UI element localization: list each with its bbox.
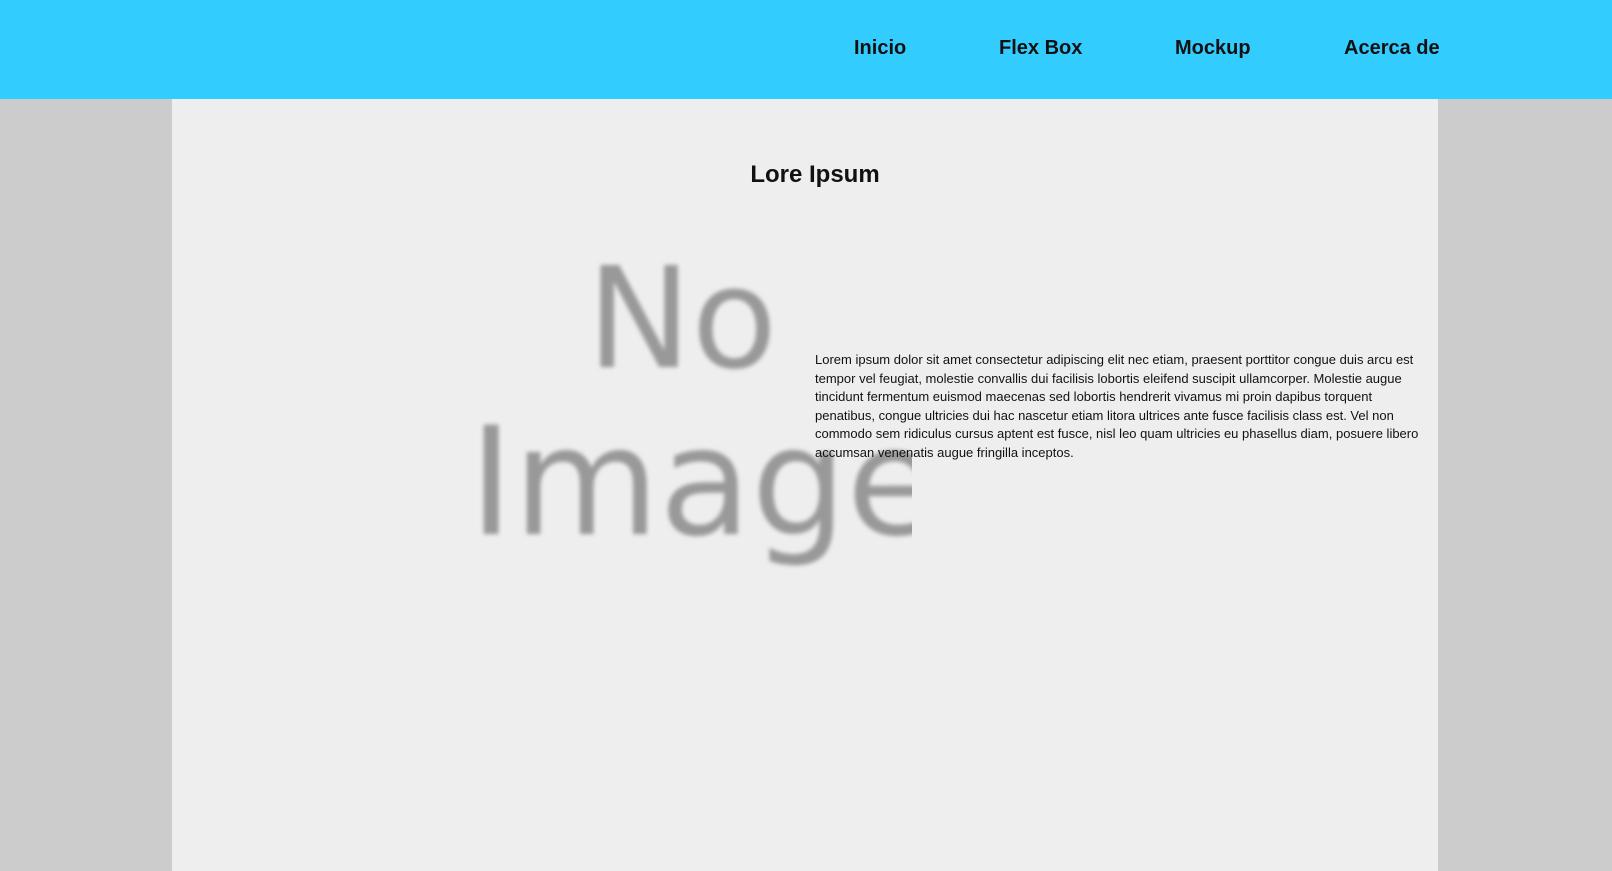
- body-paragraph: Lorem ipsum dolor sit amet consectetur a…: [815, 352, 1419, 460]
- top-navbar: Inicio Flex Box Mockup Acerca de: [0, 0, 1612, 99]
- nav-link-mockup[interactable]: Mockup: [1175, 37, 1251, 60]
- nav-link-acerca-de[interactable]: Acerca de: [1344, 37, 1440, 60]
- main-nav: Inicio Flex Box Mockup Acerca de: [0, 0, 1612, 99]
- no-image-line1: No: [587, 249, 777, 401]
- nav-link-flex-box[interactable]: Flex Box: [999, 37, 1082, 60]
- nav-link-inicio[interactable]: Inicio: [854, 37, 906, 60]
- content-area: Lore Ipsum No Image Lorem ipsum dolor si…: [172, 99, 1438, 871]
- page-title: Lore Ipsum: [750, 161, 880, 188]
- image-placeholder: No Image: [322, 249, 912, 679]
